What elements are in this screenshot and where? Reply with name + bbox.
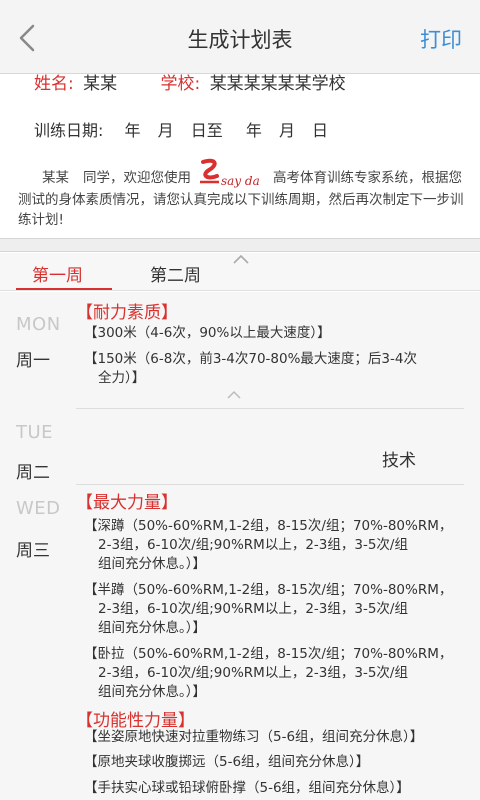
- navigation-bar: 生成计划表 打印: [0, 0, 480, 74]
- list-item: 组间充分休息。）】: [98, 684, 206, 700]
- page-title: 生成计划表: [187, 28, 293, 52]
- logo-text: say da: [221, 174, 260, 188]
- sayda-logo: say da: [200, 158, 260, 188]
- date-part: 月: [157, 121, 174, 140]
- active-tab-indicator: [16, 288, 112, 290]
- day-en-wed: WED: [16, 498, 61, 519]
- day-en-tue: TUE: [16, 422, 54, 443]
- intro-text: 某某 同学，欢迎您使用 say da 高考体育训练专家系统，根据您测试的身体素质情…: [18, 158, 468, 230]
- day-en-mon: MON: [16, 314, 61, 335]
- list-item: 【深蹲（50%-60%RM,1-2组，8-15次/组；70%-80%RM，: [84, 518, 453, 534]
- day-cn-wed: 周三: [16, 541, 50, 561]
- name-label: 姓名:: [34, 74, 74, 94]
- list-item: 【坐姿原地快速对拉重物练习（5-6组，组间充分休息）】: [84, 729, 424, 745]
- list-item: 【手扶实心球或铅球俯卧撑（5-6组，组间充分休息）】: [84, 780, 410, 796]
- category-endurance: 【耐力素质】: [76, 303, 178, 323]
- divider: [76, 484, 464, 485]
- date-part: 年: [124, 121, 141, 140]
- category-max-strength: 【最大力量】: [76, 493, 178, 513]
- intro-line-a: 同学，欢迎您使用: [83, 170, 191, 186]
- list-item: 【300米（4-6次，90%以上最大速度）】: [84, 325, 331, 341]
- list-item: 2-3组，6-10次/组;90%RM以上，2-3组，3-5次/组: [98, 601, 408, 617]
- list-item: 【150米（6-8次，前3-4次70-80%最大速度；后3-4次: [84, 351, 417, 367]
- technique-label: 技术: [382, 451, 416, 471]
- date-part: 日至: [190, 121, 223, 140]
- student-info: 姓名: 某某 学校: 某某某某某某学校 训练日期: 年 月 日至 年 月 日 某…: [0, 74, 480, 238]
- training-plan: MON 周一 【耐力素质】 【300米（4-6次，90%以上最大速度）】 【15…: [0, 292, 480, 800]
- date-part: 月: [278, 121, 295, 140]
- chevron-up-icon[interactable]: [232, 253, 250, 265]
- list-item: 组间充分休息。）】: [98, 556, 206, 572]
- name-value: 某某: [83, 74, 118, 94]
- list-item: 【半蹲（50%-60%RM,1-2组，8-15次/组；70%-80%RM，: [84, 582, 453, 598]
- name-school-row: 姓名: 某某 学校: 某某某某某某学校: [34, 74, 346, 94]
- day-cn-tue: 周二: [16, 463, 50, 483]
- print-button[interactable]: 打印: [420, 24, 462, 54]
- dates-label: 训练日期:: [34, 121, 104, 140]
- list-item: 2-3组，6-10次/组;90%RM以上，2-3组，3-5次/组: [98, 537, 408, 553]
- week-tabs: 第一周 第二周: [0, 253, 480, 291]
- section-divider: [0, 238, 480, 252]
- date-part: 日: [312, 121, 329, 140]
- date-part: 年: [245, 121, 262, 140]
- chevron-up-icon[interactable]: [226, 390, 242, 400]
- tab-week-1[interactable]: 第一周: [32, 261, 83, 286]
- intro-line-b: 高考体育训练专家系统: [273, 170, 408, 186]
- list-item: 全力）】: [98, 370, 146, 386]
- school-value: 某某某某某某学校: [209, 74, 346, 94]
- tab-week-2[interactable]: 第二周: [150, 261, 201, 286]
- list-item: 2-3组，6-10次/组;90%RM以上，2-3组，3-5次/组: [98, 665, 408, 681]
- divider: [76, 408, 464, 409]
- list-item: 【卧拉（50%-60%RM,1-2组，8-15次/组；70%-80%RM，: [84, 646, 453, 662]
- list-item: 【原地夹球收腹掷远（5-6组，组间充分休息）】: [84, 754, 370, 770]
- intro-name: 某某: [42, 170, 69, 186]
- school-label: 学校:: [160, 74, 201, 94]
- list-item: 组间充分休息。）】: [98, 620, 206, 636]
- training-dates-row: 训练日期: 年 月 日至 年 月 日: [34, 117, 340, 141]
- day-cn-mon: 周一: [16, 351, 50, 371]
